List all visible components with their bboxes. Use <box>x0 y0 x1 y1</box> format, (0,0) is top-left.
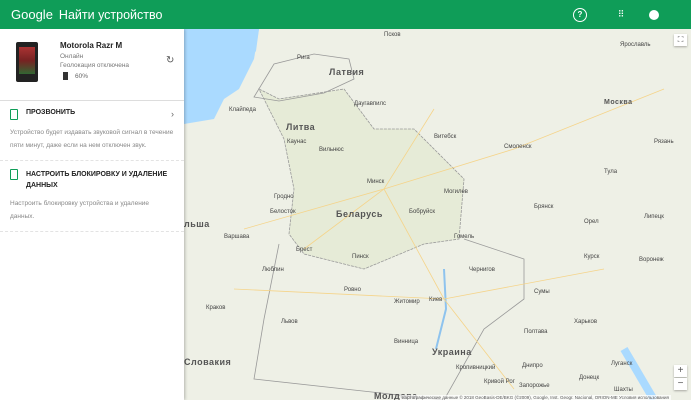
city-label: Гомель <box>454 234 475 240</box>
top-app-bar: Google Найти устройство ? ⠿ <box>0 0 691 29</box>
lock-erase-description: Настроить блокировку устройства и удален… <box>10 200 150 220</box>
battery-level: 60% <box>75 73 89 80</box>
city-label: Кропивницкий <box>456 365 496 371</box>
city-label: Белосток <box>270 209 296 215</box>
city-label: Рязань <box>654 139 674 145</box>
city-label: Пинск <box>352 254 369 260</box>
device-name: Motorola Razr M <box>60 41 123 50</box>
refresh-icon[interactable]: ↻ <box>166 55 174 66</box>
country-label: Словакия <box>184 357 232 367</box>
map-terrain <box>184 29 665 400</box>
battery-icon <box>63 72 68 80</box>
city-label: Рига <box>297 55 310 61</box>
city-label: Полтава <box>524 329 548 335</box>
app-title: Найти устройство <box>58 7 163 22</box>
city-label: Курск <box>584 254 600 260</box>
country-label: Беларусь <box>336 209 383 219</box>
city-label: Минск <box>367 179 385 185</box>
device-card: Motorola Razr M Онлайн Геолокация отключ… <box>0 29 184 101</box>
ring-label: ПРОЗВОНИТЬ <box>26 109 76 116</box>
city-label: Гродно <box>274 194 294 200</box>
lock-phone-icon <box>10 169 18 180</box>
dnieper-river <box>435 268 448 350</box>
city-label: Шахты <box>614 387 633 393</box>
ring-description: Устройство будет издавать звуковой сигна… <box>10 129 174 149</box>
device-status: Онлайн <box>60 53 84 60</box>
city-label: Варшава <box>224 234 250 240</box>
city-label: Брест <box>296 247 313 253</box>
country-label: Латвия <box>329 67 365 77</box>
city-label: Чернигов <box>469 267 495 273</box>
account-icon[interactable] <box>649 9 659 20</box>
zoom-in-button[interactable]: + <box>674 365 687 377</box>
ring-action[interactable]: ПРОЗВОНИТЬ Устройство будет издавать зву… <box>0 101 184 161</box>
city-label: Кривой Рог <box>484 379 515 385</box>
city-label: Вильнюс <box>319 147 344 153</box>
city-label: Воронеж <box>639 257 664 263</box>
country-label: Литва <box>286 122 316 132</box>
chevron-right-icon: › <box>171 109 174 119</box>
city-label: Львов <box>281 319 298 325</box>
city-label: Даугавпилс <box>354 101 387 107</box>
device-location-status: Геолокация отключена <box>60 62 130 69</box>
city-label: Клайпеда <box>229 107 256 113</box>
city-label: Днипро <box>522 363 543 369</box>
city-label: Орел <box>584 219 599 225</box>
city-label: Житомир <box>394 299 420 305</box>
city-label: Москва <box>604 99 633 106</box>
city-label: Ярославль <box>620 42 651 48</box>
city-label: Винница <box>394 339 419 345</box>
map-attribution[interactable]: Картографические данные © 2018 GeoBasis-… <box>400 395 671 400</box>
city-label: Витебск <box>434 134 457 140</box>
city-label: Брянск <box>534 204 554 210</box>
city-label: Харьков <box>574 319 598 325</box>
country-label: Украина <box>432 347 472 357</box>
zoom-out-button[interactable]: − <box>674 378 687 390</box>
help-icon[interactable]: ? <box>573 7 587 22</box>
ring-phone-icon <box>10 109 18 120</box>
city-label: Краков <box>206 305 226 311</box>
city-label: Тула <box>604 169 618 175</box>
city-label: Луганск <box>611 361 633 367</box>
map[interactable]: Латвия Литва Беларусь Украина льша Слова… <box>184 29 691 400</box>
city-label: Бобруйск <box>409 209 435 215</box>
city-label: Люблин <box>262 267 284 273</box>
fullscreen-button[interactable]: ⛶ <box>674 34 687 46</box>
device-image <box>16 42 38 82</box>
city-label: Смоленск <box>504 144 532 150</box>
city-label: Липецк <box>644 214 664 220</box>
city-label: Ровно <box>344 287 361 293</box>
city-label: Псков <box>384 32 401 38</box>
device-panel: Motorola Razr M Онлайн Геолокация отключ… <box>0 29 184 400</box>
city-label: Запорожье <box>519 383 550 389</box>
country-label: льша <box>184 219 210 229</box>
city-label: Донецк <box>579 375 600 381</box>
city-label: Киев <box>429 297 443 303</box>
city-label: Сумы <box>534 289 550 295</box>
apps-icon[interactable]: ⠿ <box>614 8 628 22</box>
lock-erase-action[interactable]: НАСТРОИТЬ БЛОКИРОВКУ И УДАЛЕНИЕ ДАННЫХ Н… <box>0 161 184 232</box>
google-logo: Google <box>11 7 53 22</box>
city-label: Могилев <box>444 189 468 195</box>
lock-erase-label: НАСТРОИТЬ БЛОКИРОВКУ И УДАЛЕНИЕ ДАННЫХ <box>26 171 168 189</box>
belarus-border <box>258 88 465 270</box>
city-label: Каунас <box>287 139 307 145</box>
